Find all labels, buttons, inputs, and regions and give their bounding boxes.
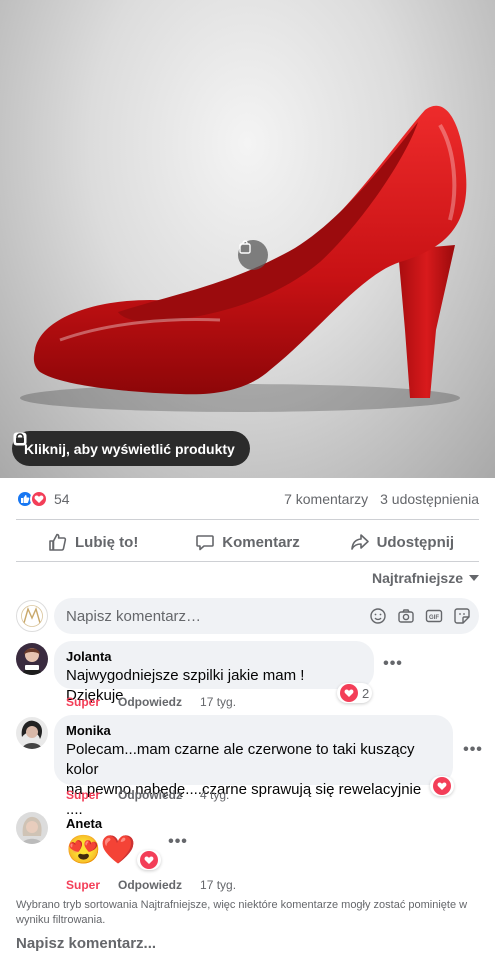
- comment-timestamp[interactable]: 17 tyg.: [200, 878, 236, 892]
- comment-bubble: Jolanta Najwygodniejsze szpilki jakie ma…: [54, 641, 374, 704]
- comment-button[interactable]: Komentarz: [170, 524, 324, 560]
- write-comment-link[interactable]: Napisz komentarz...: [16, 935, 156, 952]
- comment-actions: Super Odpowiedz 4 tyg.: [66, 788, 229, 802]
- comment-bubble: Monika Polecam...mam czarne ale czerwone…: [54, 715, 453, 818]
- divider: [16, 561, 479, 562]
- love-reaction-icon: [140, 851, 158, 869]
- red-pump-shoe-image: [20, 105, 467, 412]
- comment-item: Aneta 😍❤️ ••• Super Odpowiedz 17 tyg.: [16, 810, 479, 892]
- filter-notice: Wybrano tryb sortowania Najtrafniejsze, …: [16, 899, 468, 926]
- share-label: Udostępnij: [376, 533, 455, 551]
- reply-button[interactable]: Odpowiedz: [118, 878, 182, 892]
- post-actions: Lubię to! Komentarz Udostępnij: [16, 524, 479, 560]
- comment-options-button[interactable]: •••: [168, 833, 188, 851]
- brand-logo-icon: [21, 605, 43, 627]
- view-products-label: Kliknij, aby wyświetlić produkty: [24, 440, 235, 457]
- comment-options-button[interactable]: •••: [383, 655, 403, 673]
- thumbs-up-icon: [49, 533, 67, 551]
- caret-down-icon: [469, 575, 479, 581]
- share-arrow-icon: [350, 534, 369, 550]
- share-button[interactable]: Udostępnij: [325, 524, 479, 560]
- love-reaction-icon: [340, 684, 358, 702]
- like-label: Lubię to!: [75, 533, 139, 551]
- like-button[interactable]: Lubię to!: [16, 524, 170, 560]
- comment-timestamp[interactable]: 17 tyg.: [200, 695, 236, 709]
- reply-button[interactable]: Odpowiedz: [118, 695, 182, 709]
- comment-sort-dropdown[interactable]: Najtrafniejsze: [372, 570, 479, 586]
- comment-item: Monika Polecam...mam czarne ale czerwone…: [16, 715, 482, 818]
- avatar[interactable]: [16, 717, 48, 749]
- comment-author[interactable]: Aneta: [66, 816, 114, 831]
- post-photo[interactable]: Kliknij, aby wyświetlić produkty: [0, 0, 495, 478]
- comment-timestamp[interactable]: 4 tyg.: [200, 788, 229, 802]
- comment-actions: Super Odpowiedz 17 tyg.: [66, 695, 236, 709]
- comment-composer: Napisz komentarz… GIF: [16, 598, 479, 634]
- love-reaction-icon: [433, 777, 451, 795]
- sticker-icon[interactable]: [453, 607, 471, 625]
- react-button[interactable]: Super: [66, 878, 100, 892]
- comment-reaction-count: 2: [362, 685, 370, 701]
- view-products-button[interactable]: Kliknij, aby wyświetlić produkty: [12, 431, 250, 466]
- comment-input[interactable]: Napisz komentarz… GIF: [54, 598, 479, 634]
- emoji-icon[interactable]: [369, 607, 387, 625]
- comment-item: Jolanta Najwygodniejsze szpilki jakie ma…: [16, 641, 479, 711]
- react-button[interactable]: Super: [66, 695, 100, 709]
- svg-text:GIF: GIF: [429, 615, 439, 621]
- comment-options-button[interactable]: •••: [463, 741, 483, 759]
- divider: [16, 519, 479, 520]
- product-tag-button[interactable]: [238, 240, 268, 270]
- reply-button[interactable]: Odpowiedz: [118, 788, 182, 802]
- shopping-bag-icon: [239, 240, 251, 254]
- camera-icon[interactable]: [397, 607, 415, 625]
- shares-count-link[interactable]: 3 udostępnienia: [380, 491, 479, 507]
- reaction-count: 54: [54, 491, 70, 507]
- comment-label: Komentarz: [222, 533, 300, 551]
- shopping-bag-icon: [13, 432, 27, 446]
- comments-count-link[interactable]: 7 komentarzy: [284, 491, 368, 507]
- gif-icon[interactable]: GIF: [425, 607, 443, 625]
- avatar[interactable]: [16, 600, 48, 632]
- comment-reactions[interactable]: [430, 776, 454, 796]
- post-stats: 54 7 komentarzy 3 udostępnienia: [16, 487, 479, 511]
- comment-actions: Super Odpowiedz 17 tyg.: [66, 878, 236, 892]
- comment-reactions[interactable]: 2: [337, 683, 373, 703]
- comment-text: Polecam...mam czarne ale czerwone to tak…: [66, 741, 415, 778]
- comment-input-placeholder: Napisz komentarz…: [66, 607, 202, 625]
- sort-label: Najtrafniejsze: [371, 570, 463, 586]
- avatar[interactable]: [16, 812, 48, 844]
- comment-bubble: Aneta 😍❤️: [54, 810, 136, 870]
- comment-author[interactable]: Monika: [66, 723, 441, 738]
- comment-reactions[interactable]: [137, 850, 161, 870]
- avatar[interactable]: [16, 643, 48, 675]
- comment-text: 😍❤️: [66, 834, 136, 865]
- comment-author[interactable]: Jolanta: [66, 649, 362, 664]
- comment-bubble-icon: [196, 535, 215, 551]
- love-reaction-icon: [30, 490, 48, 508]
- react-button[interactable]: Super: [66, 788, 100, 802]
- reactions-summary[interactable]: 54: [16, 490, 70, 508]
